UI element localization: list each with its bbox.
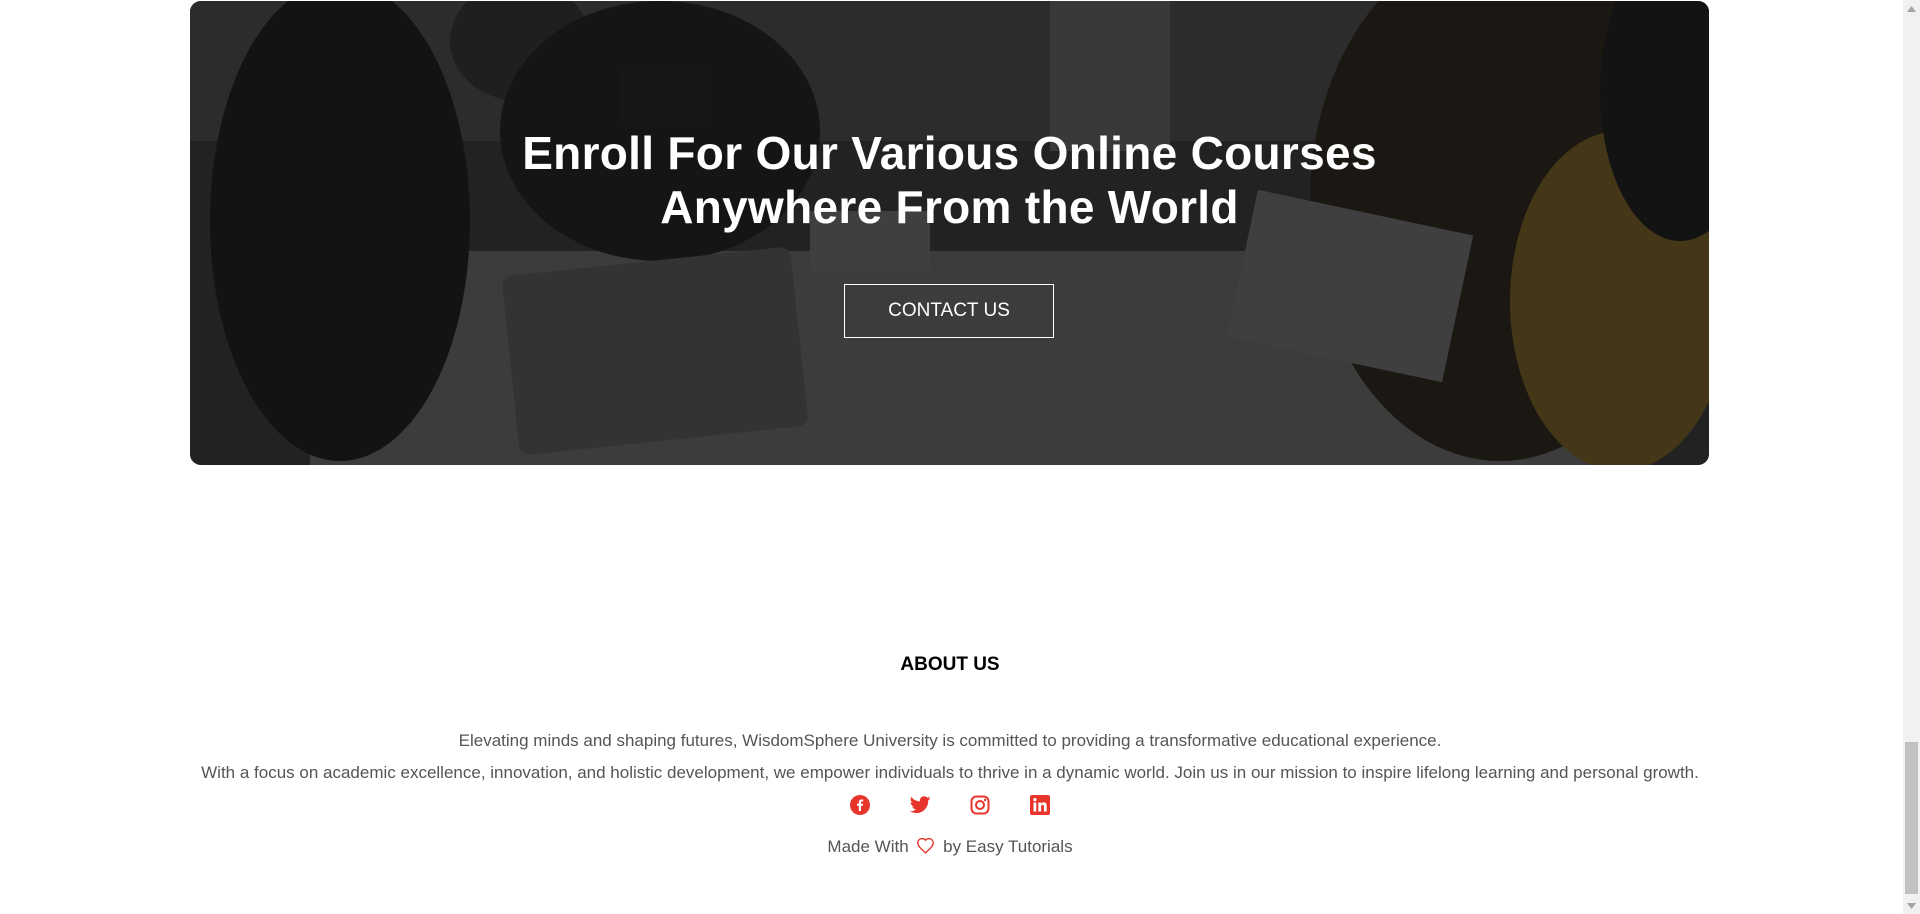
made-with-suffix: by Easy Tutorials: [943, 837, 1073, 856]
cta-title: Enroll For Our Various Online Courses An…: [190, 126, 1709, 234]
scroll-up-arrow-icon[interactable]: [1903, 0, 1920, 17]
credits-line: Made With by Easy Tutorials: [0, 837, 1900, 857]
linkedin-link[interactable]: [1029, 794, 1051, 816]
facebook-link[interactable]: [849, 794, 871, 816]
twitter-icon: [909, 796, 931, 814]
page: Enroll For Our Various Online Courses An…: [0, 0, 1920, 914]
facebook-icon: [850, 795, 870, 815]
scrollbar-thumb[interactable]: [1905, 742, 1918, 894]
instagram-icon: [970, 795, 990, 815]
instagram-link[interactable]: [969, 794, 991, 816]
footer-description-line-1: Elevating minds and shaping futures, Wis…: [458, 731, 1442, 750]
made-with-prefix: Made With: [827, 837, 909, 856]
vertical-scrollbar[interactable]: [1903, 0, 1920, 914]
footer-description-line-2: With a focus on academic excellence, inn…: [201, 763, 1699, 782]
footer-description: Elevating minds and shaping futures, Wis…: [0, 725, 1900, 789]
twitter-link[interactable]: [909, 794, 931, 816]
cta-title-line-2: Anywhere From the World: [660, 181, 1239, 233]
cta-title-line-1: Enroll For Our Various Online Courses: [522, 127, 1377, 179]
heart-icon: [917, 837, 935, 854]
contact-us-button[interactable]: CONTACT US: [844, 284, 1054, 338]
cta-banner: Enroll For Our Various Online Courses An…: [190, 1, 1709, 465]
social-links: [0, 794, 1900, 824]
linkedin-icon: [1030, 795, 1050, 815]
scroll-down-arrow-icon[interactable]: [1903, 897, 1920, 914]
footer-heading: ABOUT US: [900, 654, 1000, 675]
